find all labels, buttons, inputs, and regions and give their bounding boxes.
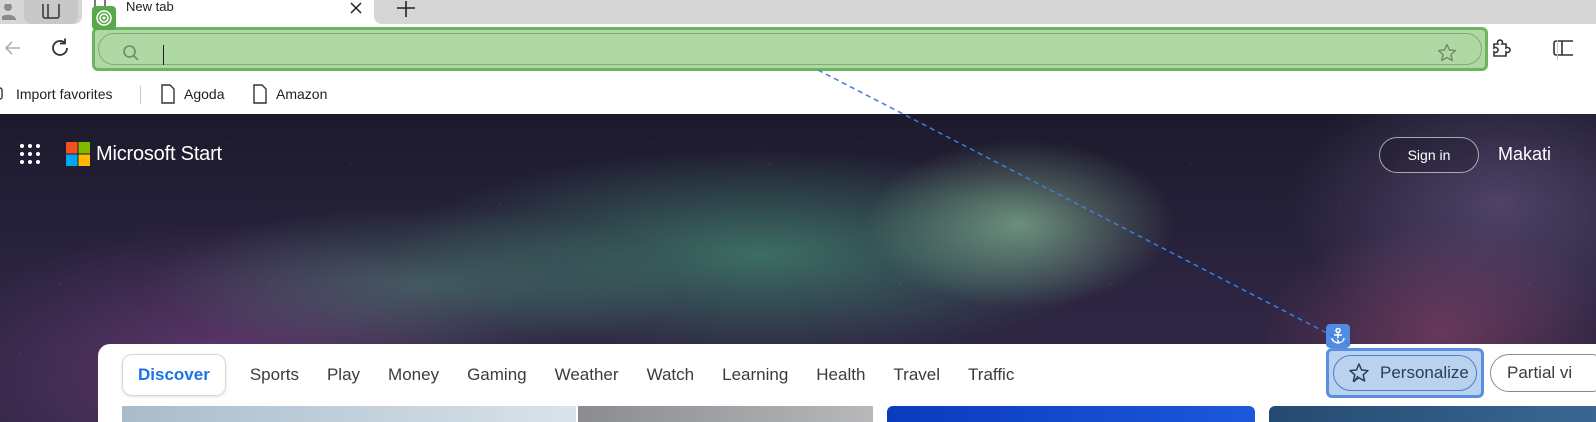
tab-discover[interactable]: Discover: [122, 354, 226, 396]
address-bar-highlight[interactable]: [92, 27, 1488, 71]
anchor-marker: [1326, 324, 1350, 348]
target-icon: [96, 10, 112, 26]
workspaces-icon: [42, 4, 60, 19]
anchor-icon: [1331, 327, 1345, 344]
tab-travel[interactable]: Travel: [879, 354, 954, 396]
apps-grid-icon[interactable]: [18, 142, 42, 166]
workspaces-button[interactable]: [24, 0, 78, 24]
tab-new-tab[interactable]: New tab: [74, 0, 382, 24]
text-caret: [163, 45, 164, 65]
tab-health[interactable]: Health: [802, 354, 879, 396]
target-marker: [92, 6, 116, 30]
split-screen-button[interactable]: [1546, 32, 1578, 64]
partial-view-button[interactable]: Partial vi: [1490, 354, 1596, 392]
split-screen-icon: [1553, 40, 1573, 56]
tab-money[interactable]: Money: [374, 354, 453, 396]
tab-strip: New tab: [0, 0, 1596, 24]
personalize-highlight[interactable]: Personalize: [1326, 348, 1484, 398]
feed-panel: Discover Sports Play Money Gaming Weathe…: [98, 344, 1596, 422]
back-arrow-icon: [4, 41, 20, 55]
close-tab-button[interactable]: [348, 0, 364, 16]
tab-play[interactable]: Play: [313, 354, 374, 396]
new-tab-page: Microsoft Start Sign in Makati Discover …: [0, 114, 1596, 422]
microsoft-logo: [66, 142, 90, 166]
tab-sports[interactable]: Sports: [236, 354, 313, 396]
favorite-label: Amazon: [276, 86, 328, 102]
favorite-agoda[interactable]: Agoda: [160, 82, 224, 106]
tab-weather[interactable]: Weather: [541, 354, 633, 396]
feed-nav: Discover Sports Play Money Gaming Weathe…: [122, 354, 1028, 396]
news-card-thumbnail[interactable]: [887, 406, 1255, 422]
refresh-button[interactable]: [44, 32, 76, 64]
personalize-button[interactable]: Personalize: [1333, 355, 1477, 391]
toolbar-divider: [1557, 40, 1558, 60]
tab-watch[interactable]: Watch: [633, 354, 709, 396]
import-icon: [0, 87, 3, 100]
page-icon: [161, 84, 175, 104]
tab-title: New tab: [126, 0, 174, 14]
favorite-amazon[interactable]: Amazon: [252, 82, 327, 106]
new-tab-button[interactable]: [388, 0, 424, 20]
back-button[interactable]: [0, 32, 28, 64]
profile-icon: [2, 4, 16, 20]
address-input[interactable]: [159, 40, 1399, 66]
tab-traffic[interactable]: Traffic: [954, 354, 1028, 396]
favorite-label: Import favorites: [16, 86, 113, 102]
tab-learning[interactable]: Learning: [708, 354, 802, 396]
extensions-button[interactable]: [1484, 32, 1516, 64]
search-icon: [123, 45, 139, 61]
page-icon: [253, 84, 267, 104]
favorite-label: Agoda: [184, 86, 225, 102]
tab-gaming[interactable]: Gaming: [453, 354, 541, 396]
puzzle-icon: [1493, 39, 1511, 57]
news-card-thumbnail[interactable]: [122, 406, 576, 422]
news-card-thumbnail[interactable]: [1269, 406, 1596, 422]
favorites-divider: [140, 86, 141, 104]
news-card-thumbnail[interactable]: [578, 406, 873, 422]
weather-location[interactable]: Makati: [1498, 143, 1551, 165]
address-bar[interactable]: [98, 33, 1482, 66]
sparkle-star-icon: [1349, 363, 1369, 383]
personalize-label: Personalize: [1380, 363, 1469, 382]
favorites-bar: Import favorites Agoda Amazon: [0, 74, 1596, 114]
star-icon: [1437, 43, 1457, 62]
favorite-button[interactable]: [1435, 41, 1459, 65]
plus-icon: [397, 1, 415, 17]
favorites-import[interactable]: Import favorites: [0, 82, 112, 106]
sign-in-button[interactable]: Sign in: [1379, 137, 1479, 173]
refresh-icon: [52, 38, 68, 56]
close-icon: [350, 2, 362, 14]
brand-name: Microsoft Start: [96, 143, 222, 165]
profile-button[interactable]: [0, 0, 20, 24]
